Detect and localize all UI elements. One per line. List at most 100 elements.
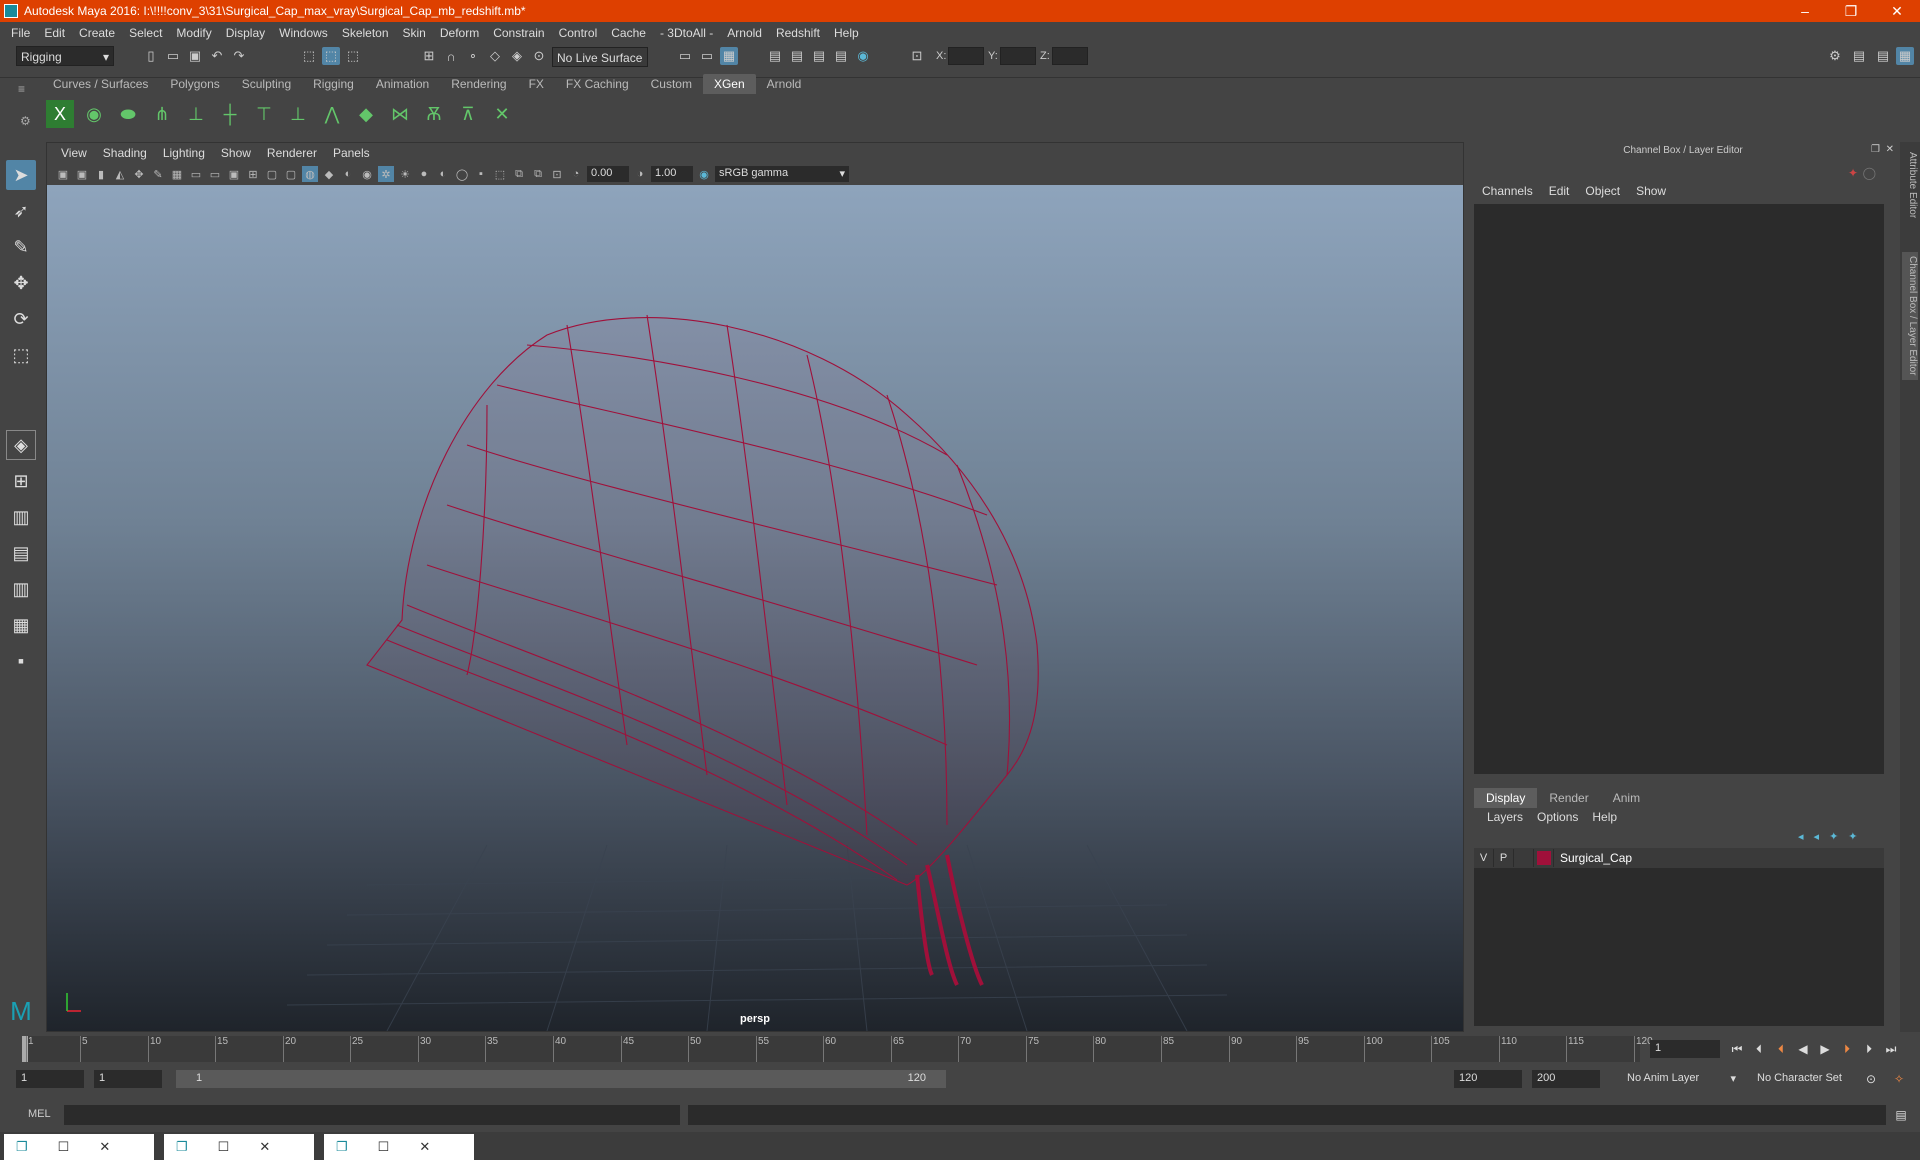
snap-live-icon[interactable]: ⊙ xyxy=(530,47,548,65)
x-field[interactable] xyxy=(948,47,984,65)
xray-active-icon[interactable]: ⧉ xyxy=(530,166,546,182)
go-to-start-icon[interactable]: ⏮ xyxy=(1728,1040,1746,1058)
script-editor-icon[interactable]: ▤ xyxy=(1892,1106,1910,1124)
menu-create[interactable]: Create xyxy=(72,26,122,40)
scale-tool-icon[interactable]: ⬚ xyxy=(6,340,36,370)
modeling-toolkit-icon[interactable]: ⚙ xyxy=(1826,47,1844,65)
auto-key-icon[interactable]: ⊙ xyxy=(1862,1070,1880,1088)
frame-icon[interactable]: ⊡ xyxy=(549,166,565,182)
options-menu[interactable]: Options xyxy=(1530,810,1585,824)
minimized-window[interactable]: ❐ ☐ ✕ xyxy=(324,1134,474,1160)
playback-end-field[interactable]: 120 xyxy=(1454,1070,1522,1088)
play-backward-icon[interactable]: ◀ xyxy=(1794,1040,1812,1058)
channels-menu[interactable]: Channels xyxy=(1474,184,1541,198)
menu-deform[interactable]: Deform xyxy=(433,26,486,40)
motion-blur-icon[interactable]: ◯ xyxy=(454,166,470,182)
restore-button[interactable]: ❐ xyxy=(1828,0,1874,22)
input-ops-icon[interactable]: ▭ xyxy=(676,47,694,65)
custom-layout-icon[interactable]: ▪ xyxy=(6,646,36,676)
xgen-place-icon[interactable]: ┼ xyxy=(216,100,244,128)
grid-icon[interactable]: ▦ xyxy=(169,166,185,182)
undo-icon[interactable]: ↶ xyxy=(208,47,226,65)
xgen-grass-icon[interactable]: ⋀ xyxy=(318,100,346,128)
smooth-shade-icon[interactable]: ◆ xyxy=(321,166,337,182)
xgen-preview-icon[interactable]: ◉ xyxy=(80,100,108,128)
new-scene-icon[interactable]: ▯ xyxy=(142,47,160,65)
playback-start-field[interactable]: 1 xyxy=(94,1070,162,1088)
step-forward-icon[interactable]: ⏵ xyxy=(1860,1040,1878,1058)
close-window-icon[interactable]: ✕ xyxy=(259,1139,270,1155)
maximize-window-icon[interactable]: ☐ xyxy=(58,1139,70,1155)
move-layer-down-icon[interactable]: ◂ xyxy=(1814,830,1820,843)
save-scene-icon[interactable]: ▣ xyxy=(186,47,204,65)
restore-window-icon[interactable]: ❐ xyxy=(176,1139,188,1155)
step-forward-key-icon[interactable]: ⏵ xyxy=(1838,1040,1856,1058)
tab-arnold[interactable]: Arnold xyxy=(756,74,813,94)
menu-modify[interactable]: Modify xyxy=(169,26,218,40)
viewport-menu-lighting[interactable]: Lighting xyxy=(155,146,213,160)
menu-redshift[interactable]: Redshift xyxy=(769,26,827,40)
xgen-add-guide-icon[interactable]: ⊥ xyxy=(182,100,210,128)
channel-box-toggle-icon[interactable]: ▦ xyxy=(1896,47,1914,65)
menu-control[interactable]: Control xyxy=(552,26,605,40)
time-slider-bar[interactable]: 1 5 10 15 20 25 30 35 40 45 50 55 60 65 70 75 80 85 90 95 10… xyxy=(22,1036,1653,1062)
menu-arnold[interactable]: Arnold xyxy=(720,26,769,40)
safe-title-icon[interactable]: ▢ xyxy=(283,166,299,182)
tab-xgen[interactable]: XGen xyxy=(702,74,756,94)
single-view-icon[interactable]: ◈ xyxy=(6,430,36,460)
play-forward-icon[interactable]: ▶ xyxy=(1816,1040,1834,1058)
xgen-lock-icon[interactable]: ⊥ xyxy=(284,100,312,128)
manip-icon[interactable]: ◯ xyxy=(1863,166,1876,180)
new-layer-icon[interactable]: ✦ xyxy=(1829,830,1838,843)
xgen-cut-icon[interactable]: ⊼ xyxy=(454,100,482,128)
tab-curves-surfaces[interactable]: Curves / Surfaces xyxy=(42,74,159,94)
gamma-field[interactable]: 1.00 xyxy=(651,166,693,182)
menu-cache[interactable]: Cache xyxy=(604,26,653,40)
layers-menu[interactable]: Layers xyxy=(1480,810,1530,824)
viewport-menu-panels[interactable]: Panels xyxy=(325,146,378,160)
safe-action-icon[interactable]: ▢ xyxy=(264,166,280,182)
attribute-editor-tab[interactable]: Attribute Editor xyxy=(1902,152,1918,218)
bookmark-icon[interactable]: ▮ xyxy=(93,166,109,182)
anti-alias-icon[interactable]: ▪ xyxy=(473,166,489,182)
viewport-menu-view[interactable]: View xyxy=(53,146,95,160)
menu-file[interactable]: File xyxy=(4,26,37,40)
xgen-fur-icon[interactable]: Ѫ xyxy=(420,100,448,128)
field-chart-icon[interactable]: ⊞ xyxy=(245,166,261,182)
tab-custom[interactable]: Custom xyxy=(640,74,703,94)
z-field[interactable] xyxy=(1052,47,1088,65)
menu-constrain[interactable]: Constrain xyxy=(486,26,551,40)
close-window-icon[interactable]: ✕ xyxy=(419,1139,430,1155)
wireframe-icon[interactable]: ◍ xyxy=(302,166,318,182)
menu-skin[interactable]: Skin xyxy=(396,26,433,40)
layer-row[interactable]: V P Surgical_Cap xyxy=(1474,848,1884,868)
show-menu[interactable]: Show xyxy=(1628,184,1674,198)
layer-visibility-toggle[interactable]: V xyxy=(1474,849,1494,867)
render-current-icon[interactable]: ▤ xyxy=(788,47,806,65)
tab-anim[interactable]: Anim xyxy=(1601,788,1652,808)
persp-outliner-icon[interactable]: ▥ xyxy=(6,502,36,532)
mel-input[interactable] xyxy=(64,1105,680,1125)
viewport-menu-renderer[interactable]: Renderer xyxy=(259,146,325,160)
ipr-render-icon[interactable]: ▤ xyxy=(810,47,828,65)
minimized-window[interactable]: ❐ ☐ ✕ xyxy=(4,1134,154,1160)
tab-display[interactable]: Display xyxy=(1474,788,1538,808)
camera-icon[interactable]: ▣ xyxy=(55,166,71,182)
exposure-field[interactable]: 0.00 xyxy=(587,166,629,182)
restore-window-icon[interactable]: ❐ xyxy=(336,1139,348,1155)
gamma-icon[interactable]: ◑ xyxy=(632,166,648,182)
shelf-settings-icon[interactable]: ⚙ xyxy=(20,114,31,128)
attribute-editor-toggle-icon[interactable]: ▤ xyxy=(1850,47,1868,65)
menu-edit[interactable]: Edit xyxy=(37,26,72,40)
two-d-pan-icon[interactable]: ✥ xyxy=(131,166,147,182)
minimized-window[interactable]: ❐ ☐ ✕ xyxy=(164,1134,314,1160)
viewport-menu-shading[interactable]: Shading xyxy=(95,146,155,160)
animation-prefs-icon[interactable]: ✧ xyxy=(1890,1070,1908,1088)
start-time-field[interactable]: 1 xyxy=(16,1070,84,1088)
xgen-comb-icon[interactable]: ⋈ xyxy=(386,100,414,128)
lasso-tool-icon[interactable]: ➶ xyxy=(6,196,36,226)
close-panel-icon[interactable]: ✕ xyxy=(1886,144,1894,155)
hypershade-icon[interactable]: ◉ xyxy=(854,47,872,65)
shelf-menu-icon[interactable]: ≡ xyxy=(18,82,25,96)
tab-rigging[interactable]: Rigging xyxy=(302,74,365,94)
